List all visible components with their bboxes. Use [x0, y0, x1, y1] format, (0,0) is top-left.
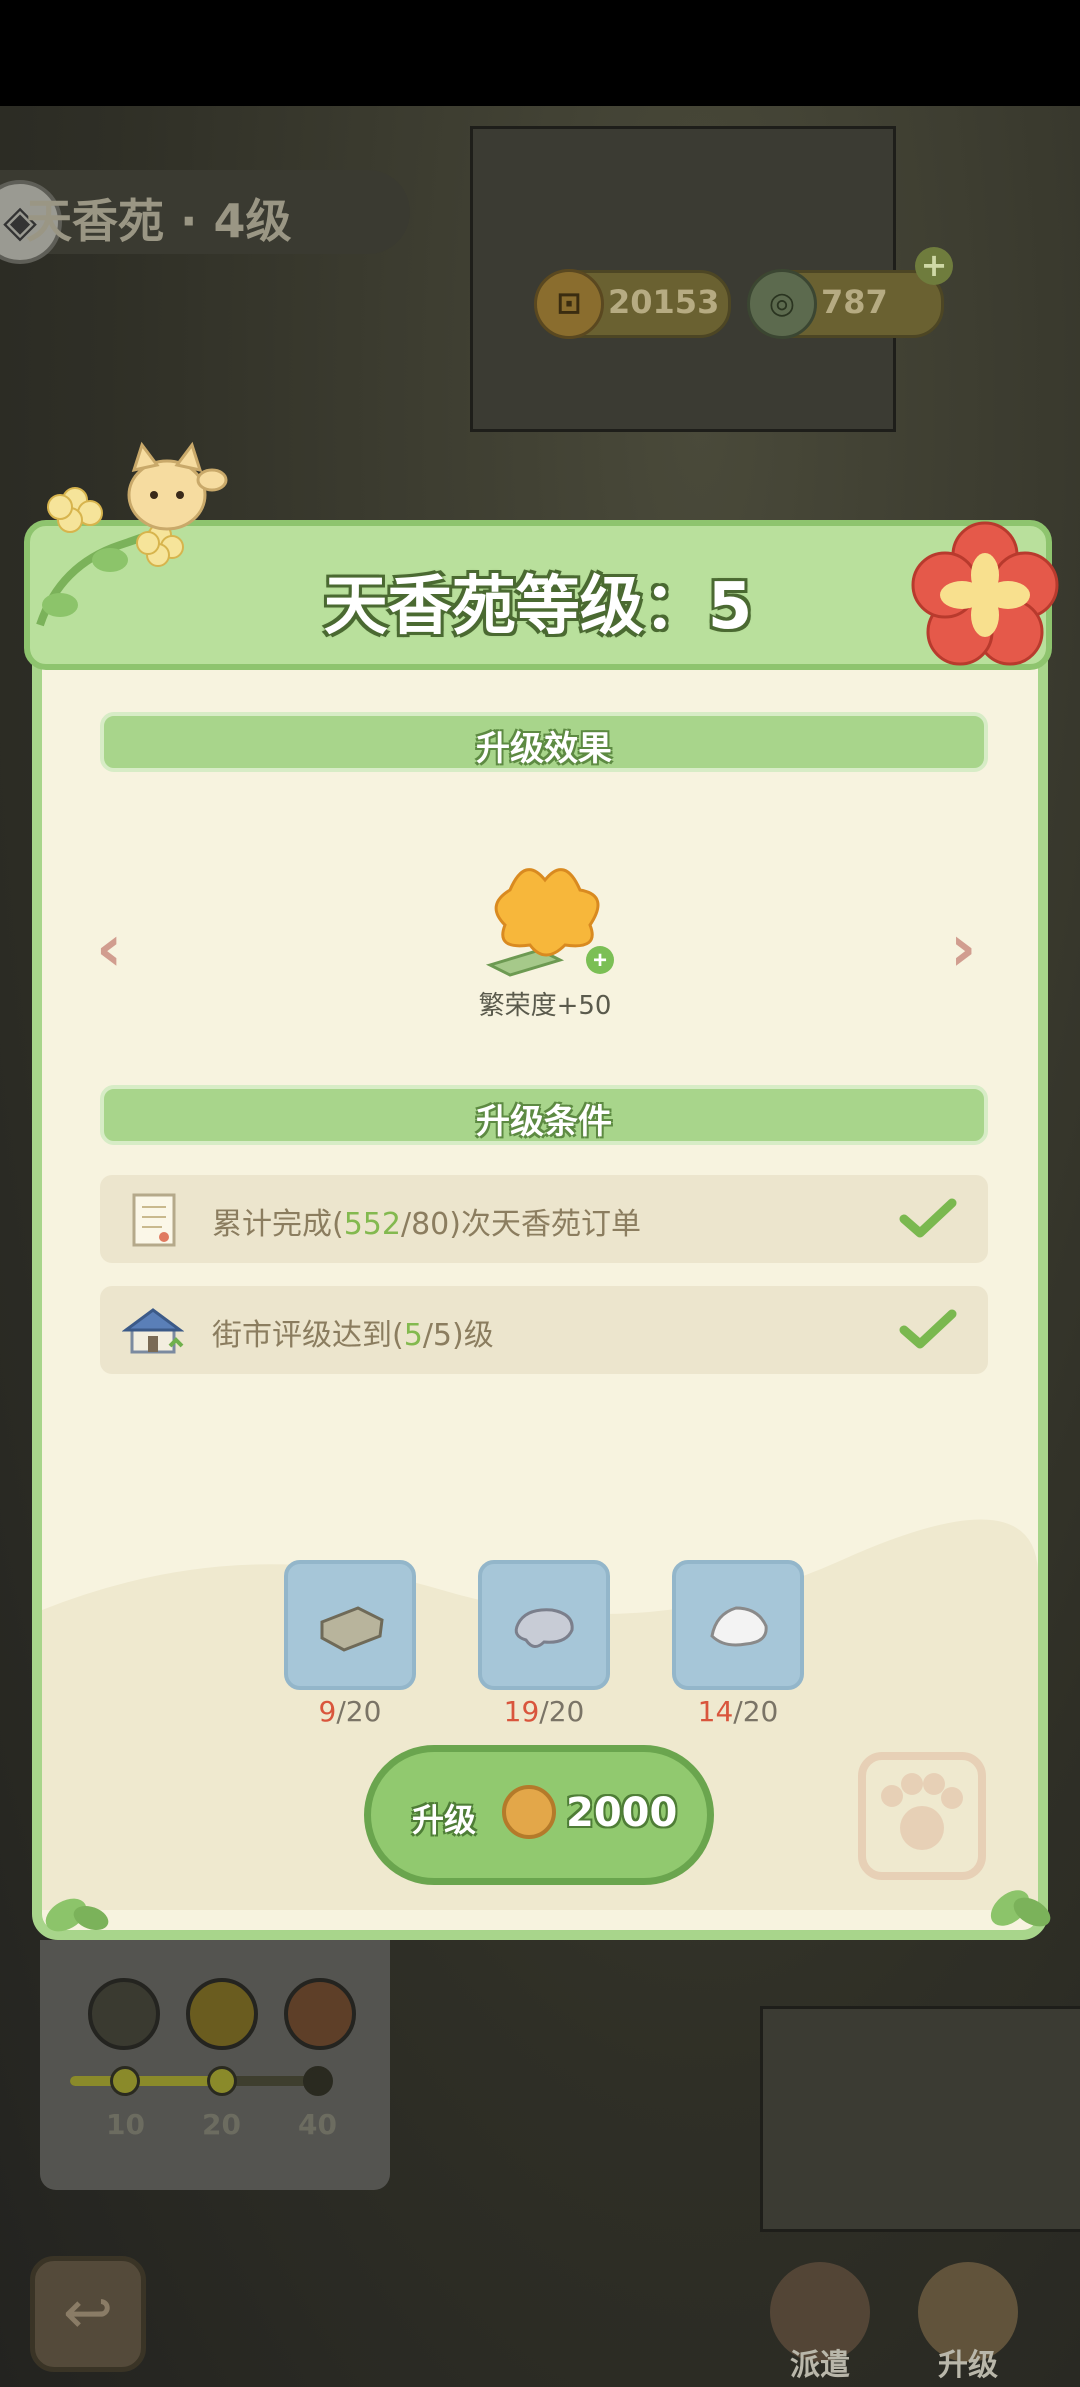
- checkmark-icon: [899, 1198, 957, 1238]
- order-progress-panel: [40, 1940, 390, 2190]
- condition-text: 累计完成(552/80)次天香苑订单: [212, 1207, 641, 1242]
- material-slot-stone[interactable]: [478, 1560, 610, 1690]
- condition-row: 街市评级达到(5/5)级: [100, 1286, 988, 1374]
- progress-knob: [207, 2066, 237, 2096]
- material-count: 19/20: [503, 1695, 585, 1728]
- back-button[interactable]: ↩: [30, 2256, 146, 2372]
- copper-coin-value: 20153: [608, 283, 720, 321]
- milestone-label: 10: [106, 2108, 145, 2141]
- leaf-decoration: [990, 1890, 1051, 1927]
- upgrade-button-label[interactable]: 升级: [412, 1795, 476, 1841]
- paw-stamp-icon: [858, 1752, 986, 1880]
- upgrade-nav-label[interactable]: 升级: [938, 2340, 998, 2384]
- progress-knob: [110, 2066, 140, 2096]
- jade-coin-icon: ◎: [747, 269, 817, 339]
- jade-coin-value: 787: [821, 283, 888, 321]
- material-slot-wood[interactable]: [284, 1560, 416, 1690]
- copper-coin-icon: ⊡: [534, 269, 604, 339]
- location-title: 天香苑 · 4级: [26, 194, 292, 248]
- effect-text: 繁荣度+50: [478, 991, 612, 1021]
- reward-pot-icon[interactable]: [186, 1978, 258, 2050]
- leaf-decoration: [45, 1898, 109, 1932]
- order-scroll-icon: [132, 1193, 176, 1247]
- condition-section-label: 升级条件: [476, 1102, 612, 1142]
- copper-coin-icon: [502, 1785, 556, 1839]
- building-silhouette: [760, 2006, 1080, 2232]
- progress-fill: [70, 2076, 220, 2086]
- stone-icon: [514, 1608, 574, 1648]
- jade-coin-counter[interactable]: ◎ 787 +: [747, 247, 953, 339]
- condition-text: 街市评级达到(5/5)级: [212, 1318, 494, 1353]
- checkmark-icon: [899, 1309, 957, 1349]
- add-currency-button[interactable]: +: [915, 247, 953, 285]
- progress-knob: [303, 2066, 333, 2096]
- effect-section-label: 升级效果: [476, 729, 612, 769]
- reward-pot-icon[interactable]: [284, 1978, 356, 2050]
- market-house-icon: [122, 1308, 184, 1354]
- previous-effect-arrow[interactable]: ‹: [96, 912, 122, 986]
- condition-row: 累计完成(552/80)次天香苑订单: [100, 1175, 988, 1263]
- red-flower-decoration: [911, 521, 1059, 666]
- milestone-label: 40: [298, 2108, 337, 2141]
- copper-coin-counter[interactable]: ⊡ 20153: [534, 269, 731, 339]
- milestone-label: 20: [202, 2108, 241, 2141]
- flower-bouquet-icon: +: [485, 868, 614, 977]
- cat-mascot-icon: [127, 441, 228, 531]
- upgrade-cost[interactable]: 2000: [566, 1790, 677, 1836]
- dispatch-nav-label[interactable]: 派遣: [790, 2340, 850, 2384]
- reward-pot-icon[interactable]: [88, 1978, 160, 2050]
- white-stone-icon: [710, 1606, 768, 1647]
- wood-plank-icon: [320, 1606, 384, 1652]
- material-count: 14/20: [697, 1695, 779, 1728]
- material-count: 9/20: [318, 1695, 382, 1728]
- status-bar: [0, 0, 1080, 106]
- svg-text:+: +: [593, 947, 607, 974]
- next-effect-arrow[interactable]: ›: [950, 912, 976, 986]
- material-slot-white-stone[interactable]: [672, 1560, 804, 1690]
